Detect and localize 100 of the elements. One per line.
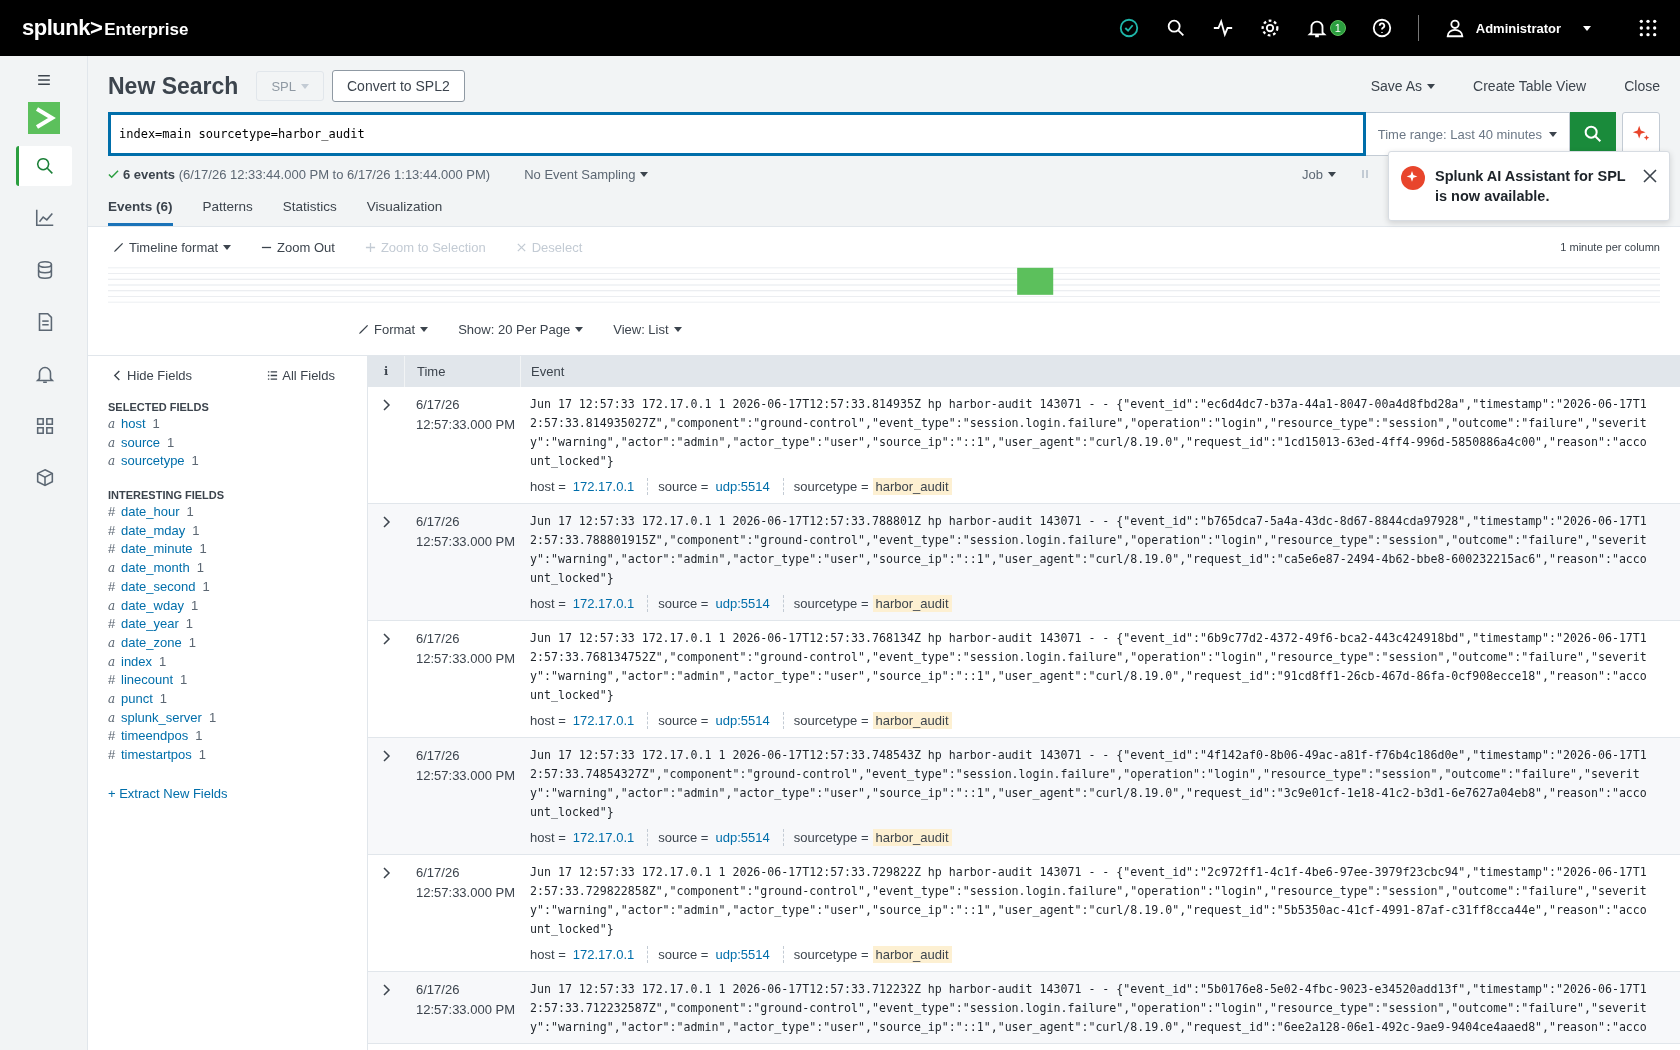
nav-item[interactable]: [15, 146, 72, 186]
field-link[interactable]: host: [121, 416, 146, 431]
field-value[interactable]: udp:5514: [712, 477, 773, 495]
chevron-right-icon[interactable]: [381, 516, 391, 528]
field-count: 1: [185, 616, 194, 632]
field-value[interactable]: 172.17.0.1: [569, 945, 638, 963]
field-type: #: [108, 672, 116, 688]
header-action[interactable]: Save As: [1370, 78, 1436, 94]
field-label: source =: [658, 829, 709, 845]
hide-fields-button[interactable]: Hide Fields: [112, 368, 193, 383]
convert-button[interactable]: Convert to SPL2: [332, 70, 465, 102]
extract-fields-link[interactable]: + Extract New Fields: [108, 785, 347, 801]
column-header: i: [382, 365, 390, 378]
all-fields-button[interactable]: All Fields: [267, 368, 335, 383]
field-link[interactable]: splunk_server: [121, 709, 202, 725]
results-option[interactable]: Show: 20 Per Page: [458, 321, 584, 337]
header-action[interactable]: Close: [1624, 78, 1660, 94]
event-time: 12:57:33.000 PM: [416, 533, 516, 551]
caret-icon: [575, 326, 584, 332]
field-value[interactable]: 172.17.0.1: [569, 477, 638, 495]
field-count: 1: [159, 690, 168, 706]
search-field[interactable]: index=main sourcetype=harbor_audit: [108, 112, 1366, 156]
chevron-right-icon[interactable]: [381, 399, 391, 411]
field-link[interactable]: sourcetype: [121, 453, 185, 469]
timeline-control[interactable]: Zoom Out: [261, 239, 335, 255]
field-link[interactable]: punct: [121, 690, 153, 706]
event-text: Jun 17 12:57:33 172.17.0.1 1 2026-06-17T12:57:33.788801Z hp harbor-audit 143071 - - {"event_id":"b765dca7-5a4a-43dc-8d67-8844cda97928","timestamp":"2026-06-17T12:57:33.788801915Z","component":"ground-control","event_type":"session.login.failure","operation":"login","resource_type":"session","outcome":"failure","severity":"warning","actor":"admin","actor_type":"user","source_ip":"::1","user_agent":"curl/8.19.0","request_id":"ca5e6e87-2494-4b62-bbe8-600232215ac6","reason":"account_locked"}: [530, 513, 1648, 587]
field-value[interactable]: harbor_audit: [872, 945, 952, 963]
field-count: 1: [196, 560, 204, 576]
field-link[interactable]: date_zone: [121, 634, 182, 650]
field-link[interactable]: date_wday: [121, 597, 184, 613]
health-check-icon[interactable]: [1117, 17, 1140, 39]
chevron-right-icon[interactable]: [381, 867, 391, 879]
timeline-control[interactable]: Timeline format: [113, 239, 232, 255]
field-value[interactable]: harbor_audit: [872, 477, 952, 495]
field-link[interactable]: date_second: [121, 578, 196, 594]
field-value[interactable]: 172.17.0.1: [569, 594, 638, 612]
field-type: #: [108, 522, 116, 538]
field-label: sourcetype =: [793, 946, 869, 962]
event-time: 12:57:33.000 PM: [416, 767, 516, 785]
field-label: source =: [658, 712, 709, 728]
list-icon: [267, 370, 279, 381]
field-value[interactable]: udp:5514: [712, 828, 773, 846]
column-header[interactable]: Time: [404, 356, 520, 387]
field-value[interactable]: 172.17.0.1: [569, 711, 638, 729]
caret-icon: [301, 83, 309, 89]
field-count: 1: [195, 728, 203, 744]
tab[interactable]: Patterns: [202, 190, 253, 226]
caret-icon: [1427, 83, 1436, 89]
field-link[interactable]: date_mday: [121, 522, 186, 538]
apps-grid-icon[interactable]: [1638, 18, 1658, 38]
field-link[interactable]: linecount: [121, 672, 174, 688]
job-menu[interactable]: Job: [1302, 166, 1336, 182]
field-count: 1: [208, 709, 217, 725]
field-link[interactable]: source: [121, 434, 161, 450]
tab[interactable]: Statistics: [282, 190, 337, 226]
field-type: a: [108, 710, 116, 725]
event-date: 6/17/26: [416, 630, 460, 648]
search-icon: [34, 155, 56, 177]
field-link[interactable]: date_minute: [121, 541, 193, 557]
field-value[interactable]: harbor_audit: [872, 711, 952, 729]
activity-icon[interactable]: [1211, 17, 1234, 39]
chevron-right-icon[interactable]: [381, 750, 391, 762]
field-count: 1: [192, 522, 200, 538]
field-link[interactable]: timestartpos: [121, 747, 192, 762]
help-icon[interactable]: [1370, 17, 1393, 39]
field-link[interactable]: index: [121, 653, 153, 669]
field-link[interactable]: timeendpos: [121, 728, 189, 744]
field-value[interactable]: udp:5514: [712, 594, 773, 612]
field-link[interactable]: date_hour: [121, 504, 180, 520]
tab[interactable]: Visualization: [366, 190, 443, 226]
results-option[interactable]: Format: [358, 321, 429, 337]
event-time: 12:57:33.000 PM: [416, 416, 516, 434]
field-value[interactable]: 172.17.0.1: [569, 828, 638, 846]
field-type: a: [108, 435, 116, 450]
chevron-right-icon[interactable]: [381, 633, 391, 645]
field-link[interactable]: date_month: [121, 560, 190, 576]
field-count: 1: [191, 453, 199, 469]
field-value[interactable]: harbor_audit: [872, 828, 952, 846]
field-value[interactable]: harbor_audit: [872, 594, 952, 612]
caret-icon: [1328, 171, 1336, 177]
header-action[interactable]: Create Table View: [1473, 78, 1587, 94]
field-type: #: [108, 616, 116, 632]
field-link[interactable]: date_year: [121, 616, 179, 632]
column-header: Event: [520, 356, 1680, 387]
field-value[interactable]: udp:5514: [712, 711, 773, 729]
field-type: a: [108, 635, 116, 650]
tab[interactable]: Events (6): [108, 190, 173, 226]
field-count: 1: [199, 541, 207, 557]
time-range-picker[interactable]: Time range: Last 40 minutes: [1365, 112, 1570, 156]
field-value[interactable]: udp:5514: [712, 945, 773, 963]
field-label: host =: [530, 478, 566, 494]
user-menu[interactable]: Administrator: [1443, 17, 1591, 39]
field-label: source =: [658, 946, 709, 962]
event-count: 6 events (6/17/26 12:33:44.000 PM to 6/17/26 1:13:44.000 PM): [123, 166, 491, 182]
close-icon[interactable]: [1643, 169, 1657, 183]
chevron-right-icon[interactable]: [381, 984, 391, 996]
brand-logo[interactable]: splunk>: [22, 15, 103, 41]
sampling-dropdown[interactable]: No Event Sampling: [524, 166, 649, 182]
results-option[interactable]: View: List: [613, 321, 682, 337]
